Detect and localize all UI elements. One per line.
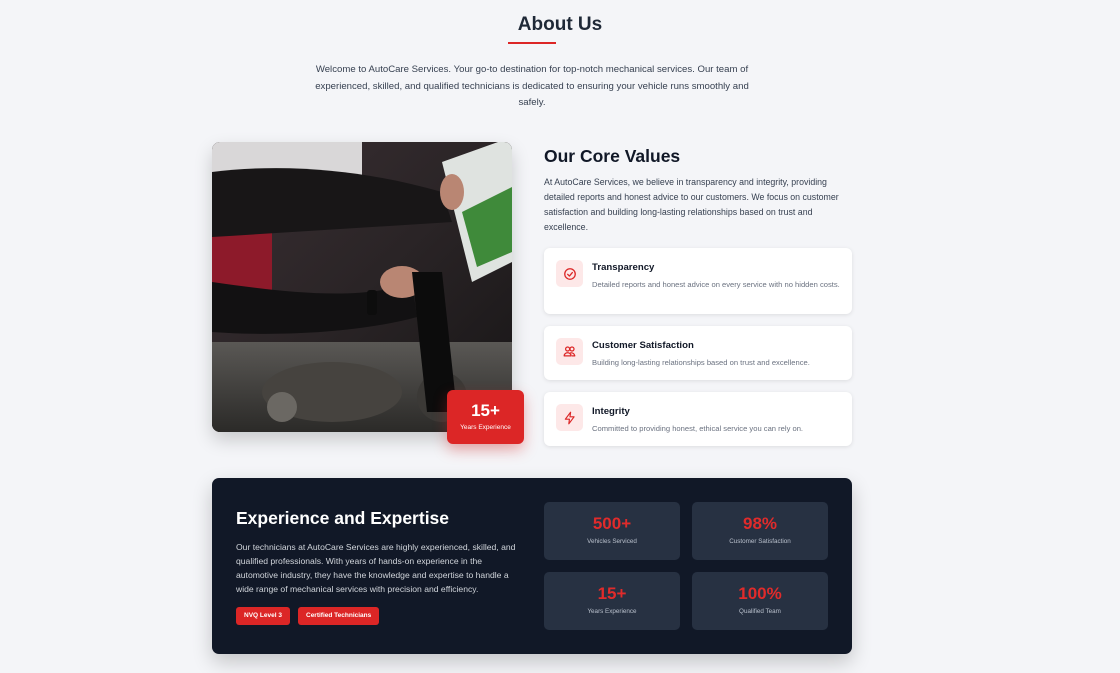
- stat-customer-satisfaction: 98% Customer Satisfaction: [692, 502, 828, 560]
- stat-value: 100%: [738, 584, 782, 603]
- value-card-transparency: Transparency Detailed reports and honest…: [544, 248, 852, 314]
- stat-label: Qualified Team: [739, 608, 781, 615]
- stat-label: Years Experience: [587, 608, 637, 615]
- value-card-integrity: Integrity Committed to providing honest,…: [544, 392, 852, 446]
- core-values-title: Our Core Values: [544, 146, 681, 166]
- core-values-description: At AutoCare Services, we believe in tran…: [544, 177, 839, 232]
- value-description: Building long-lasting relationships base…: [592, 358, 810, 367]
- stat-vehicles-serviced: 500+ Vehicles Serviced: [544, 502, 680, 560]
- value-card-customer-satisfaction: Customer Satisfaction Building long-last…: [544, 326, 852, 380]
- badge-label: Years Experience: [460, 424, 511, 431]
- value-title: Integrity: [592, 406, 630, 417]
- mechanic-photo: [212, 142, 512, 432]
- page-title: About Us: [517, 14, 603, 35]
- tag-certified-technicians: Certified Technicians: [298, 607, 380, 625]
- stat-qualified-team: 100% Qualified Team: [692, 572, 828, 630]
- badge-value: 15+: [471, 401, 500, 420]
- stat-years-experience: 15+ Years Experience: [544, 572, 680, 630]
- stat-value: 15+: [597, 584, 627, 603]
- check-circle-icon: [556, 260, 583, 287]
- about-intro: Welcome to AutoCare Services. Your go-to…: [315, 64, 749, 108]
- years-experience-badge: 15+ Years Experience: [447, 390, 524, 444]
- value-title: Transparency: [592, 262, 655, 273]
- title-underline: [508, 42, 556, 44]
- tag-nvq-level-3: NVQ Level 3: [236, 607, 290, 625]
- lightning-icon: [556, 404, 583, 431]
- experience-section: Experience and Expertise Our technicians…: [212, 478, 852, 654]
- stat-value: 98%: [742, 514, 778, 533]
- stat-label: Vehicles Serviced: [587, 538, 637, 545]
- experience-title: Experience and Expertise: [236, 508, 450, 528]
- experience-description: Our technicians at AutoCare Services are…: [236, 542, 516, 594]
- value-title: Customer Satisfaction: [592, 340, 694, 351]
- value-description: Committed to providing honest, ethical s…: [592, 424, 804, 433]
- stat-label: Customer Satisfaction: [729, 538, 791, 545]
- value-description: Detailed reports and honest advice on ev…: [592, 280, 840, 289]
- stat-value: 500+: [592, 514, 632, 533]
- users-icon: [556, 338, 583, 365]
